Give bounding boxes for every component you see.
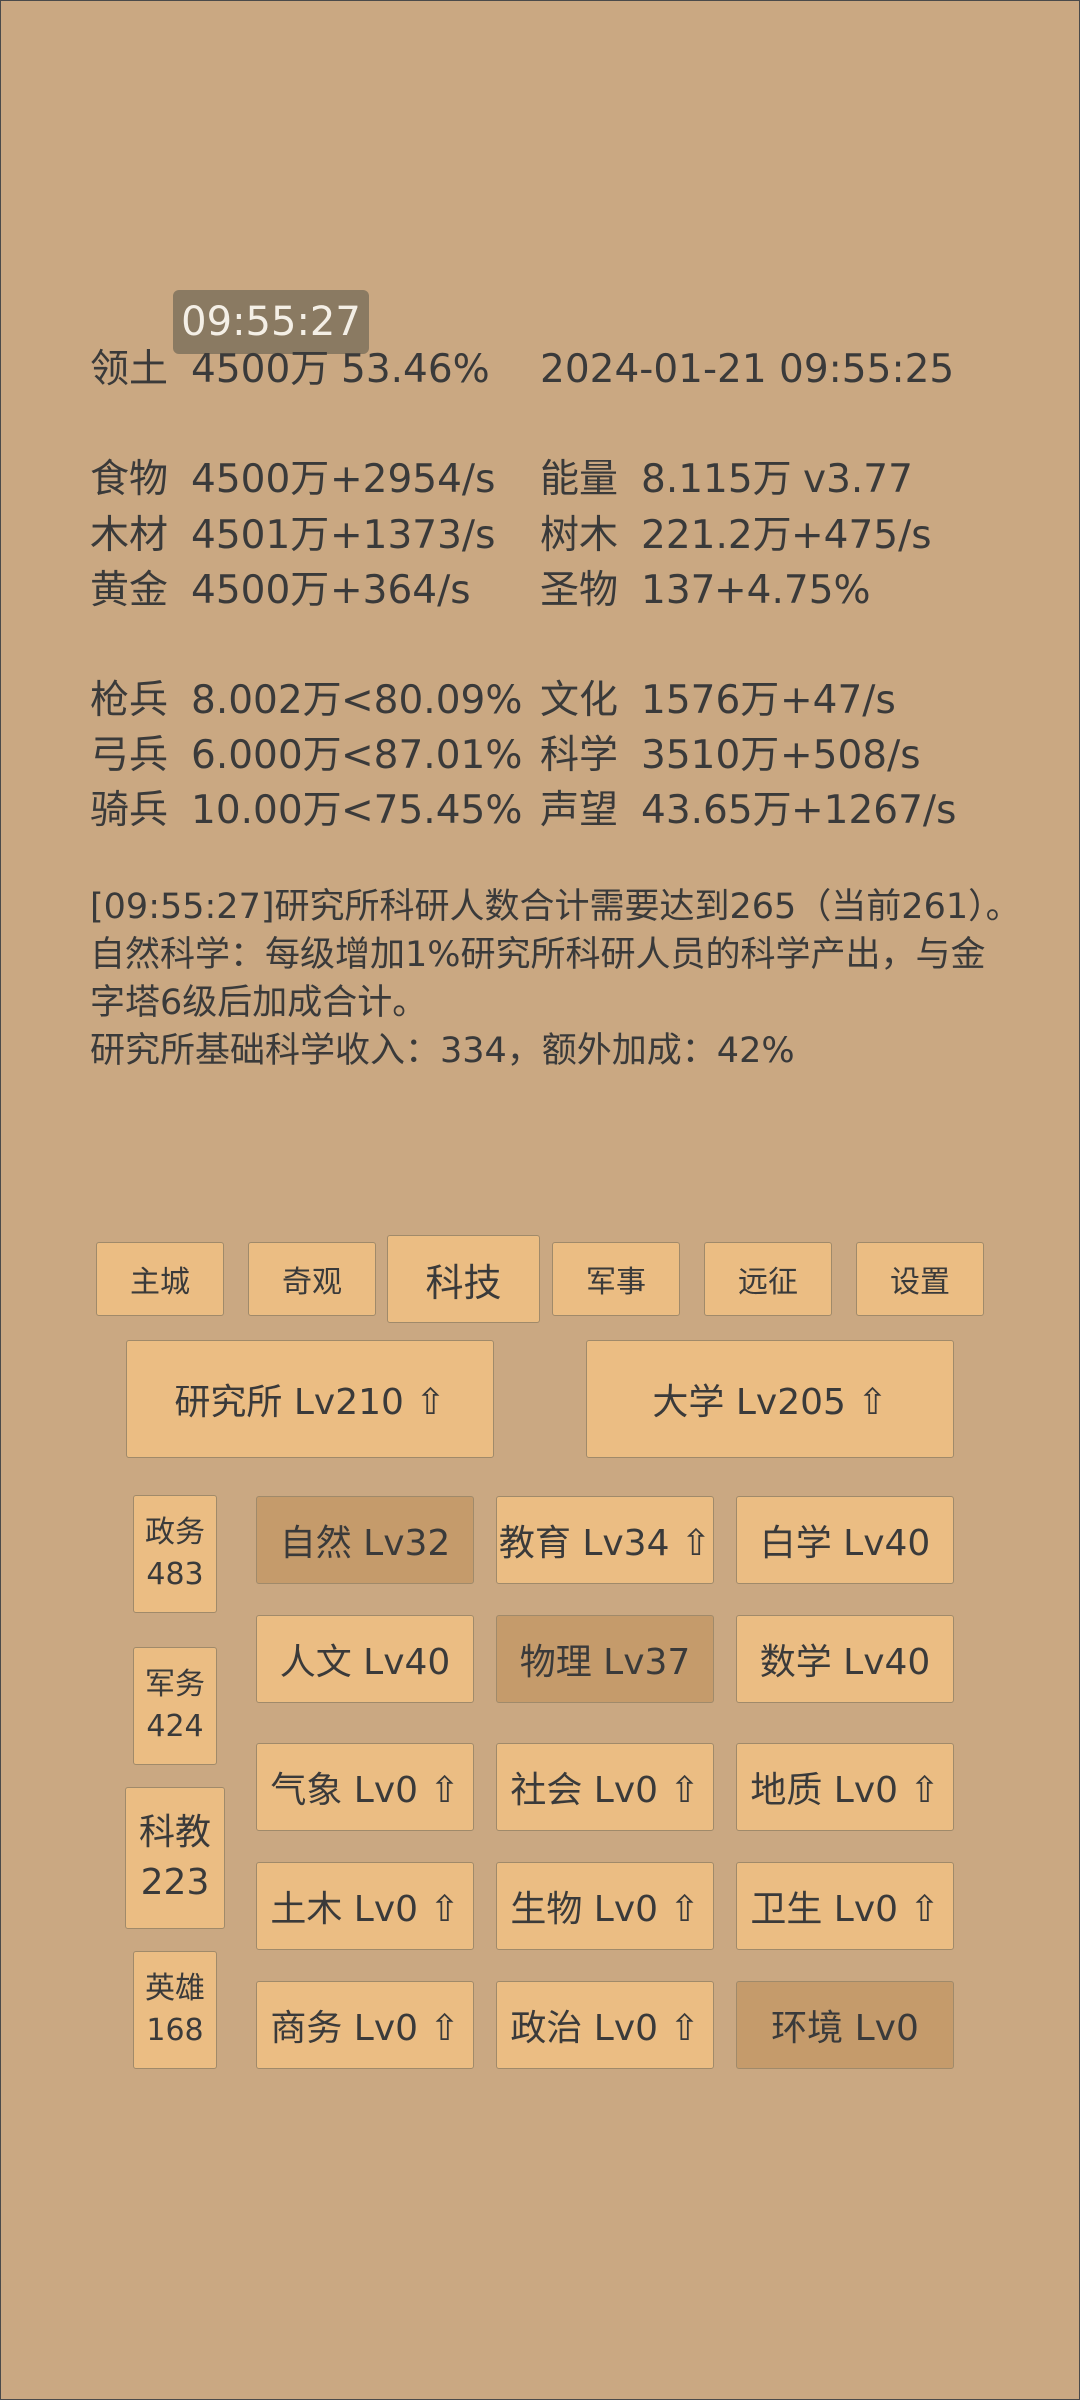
tech-politics[interactable]: 政治 Lv0 ⇧ <box>496 1981 714 2069</box>
tab-expedition[interactable]: 远征 <box>704 1242 832 1316</box>
stat-gold-rate: +364/s <box>330 568 471 613</box>
stat-gold-label: 黄金 <box>90 568 169 613</box>
tab-military[interactable]: 军事 <box>552 1242 680 1316</box>
stat-culture-rate: +47/s <box>780 678 896 723</box>
tech-hygiene[interactable]: 卫生 Lv0 ⇧ <box>736 1862 954 1950</box>
university-upgrade-button[interactable]: 大学 Lv205 ⇧ <box>586 1340 954 1458</box>
stat-wood-label: 木材 <box>90 513 169 558</box>
tech-geology[interactable]: 地质 Lv0 ⇧ <box>736 1743 954 1831</box>
side-science-education-button[interactable]: 科教 223 <box>125 1787 225 1929</box>
stat-spear-label: 枪兵 <box>90 678 169 723</box>
stat-archer-pct: <87.01% <box>341 733 523 778</box>
side-label: 政务 <box>145 1515 205 1550</box>
tech-environment[interactable]: 环境 Lv0 <box>736 1981 954 2069</box>
tech-civil-engineering[interactable]: 土木 Lv0 ⇧ <box>256 1862 474 1950</box>
stat-science-rate: +508/s <box>780 733 921 778</box>
tech-mathematics[interactable]: 数学 Lv40 <box>736 1615 954 1703</box>
institute-upgrade-button[interactable]: 研究所 Lv210 ⇧ <box>126 1340 494 1458</box>
tech-education[interactable]: 教育 Lv34 ⇧ <box>496 1496 714 1584</box>
tech-baixue[interactable]: 白学 Lv40 <box>736 1496 954 1584</box>
stat-science-label: 科学 <box>540 733 619 778</box>
tech-sociology[interactable]: 社会 Lv0 ⇧ <box>496 1743 714 1831</box>
tab-settings[interactable]: 设置 <box>856 1242 984 1316</box>
tab-wonders[interactable]: 奇观 <box>248 1242 376 1316</box>
side-count: 223 <box>140 1862 210 1903</box>
stat-archer-value: 6.000万 <box>191 733 342 778</box>
stat-datetime: 2024-01-21 09:55:25 <box>540 347 955 392</box>
side-count: 424 <box>146 1709 204 1744</box>
side-governance-button[interactable]: 政务 483 <box>133 1495 217 1613</box>
stat-energy-label: 能量 <box>540 457 619 502</box>
stat-spear-value: 8.002万 <box>191 678 342 723</box>
message-line: 字塔6级后加成合计。 <box>90 983 428 1023</box>
stat-culture-value: 1576万 <box>641 678 780 723</box>
tab-main-city[interactable]: 主城 <box>96 1242 224 1316</box>
stat-wood-value: 4501万 <box>191 513 330 558</box>
message-line: 自然科学：每级增加1%研究所科研人员的科学产出，与金 <box>90 935 986 975</box>
stat-relic-label: 圣物 <box>540 568 619 613</box>
stat-territory-label: 领土 <box>90 347 169 392</box>
stat-relic-value: 137 <box>641 568 716 613</box>
tech-meteorology[interactable]: 气象 Lv0 ⇧ <box>256 1743 474 1831</box>
message-line: [09:55:27]研究所科研人数合计需要达到265（当前261）。 <box>90 887 1021 927</box>
side-military-affairs-button[interactable]: 军务 424 <box>133 1647 217 1765</box>
message-line: 研究所基础科学收入：334，额外加成：42% <box>90 1031 795 1071</box>
stat-cavalry-label: 骑兵 <box>90 788 169 833</box>
tab-technology[interactable]: 科技 <box>387 1235 540 1323</box>
stat-trees-rate: +475/s <box>791 513 932 558</box>
stat-food-value: 4500万 <box>191 457 330 502</box>
side-count: 168 <box>146 2013 204 2048</box>
side-label: 军务 <box>145 1667 205 1702</box>
tech-commerce[interactable]: 商务 Lv0 ⇧ <box>256 1981 474 2069</box>
tech-biology[interactable]: 生物 Lv0 ⇧ <box>496 1862 714 1950</box>
stat-cavalry-value: 10.00万 <box>191 788 342 833</box>
stat-energy-value: 8.115万 <box>641 457 792 502</box>
stat-trees-label: 树木 <box>540 513 619 558</box>
tech-humanities[interactable]: 人文 Lv40 <box>256 1615 474 1703</box>
tech-physics[interactable]: 物理 Lv37 <box>496 1615 714 1703</box>
stat-food-label: 食物 <box>90 457 169 502</box>
side-label: 英雄 <box>145 1971 205 2006</box>
tech-nature[interactable]: 自然 Lv32 <box>256 1496 474 1584</box>
stat-relic-rate: +4.75% <box>714 568 871 613</box>
stat-gold-value: 4500万 <box>191 568 330 613</box>
stat-territory-value: 4500万 <box>191 347 330 392</box>
stat-territory-pct: 53.46% <box>341 347 490 392</box>
stat-spear-pct: <80.09% <box>341 678 523 723</box>
stat-prestige-value: 43.65万 <box>641 788 792 833</box>
stat-energy-extra: v3.77 <box>803 457 913 502</box>
side-heroes-button[interactable]: 英雄 168 <box>133 1951 217 2069</box>
stat-trees-value: 221.2万 <box>641 513 792 558</box>
stat-prestige-rate: +1267/s <box>791 788 957 833</box>
stat-archer-label: 弓兵 <box>90 733 169 778</box>
side-count: 483 <box>146 1557 204 1592</box>
stat-wood-rate: +1373/s <box>330 513 496 558</box>
stat-cavalry-pct: <75.45% <box>341 788 523 833</box>
stat-science-value: 3510万 <box>641 733 780 778</box>
stat-culture-label: 文化 <box>540 678 619 723</box>
side-label: 科教 <box>138 1812 211 1853</box>
stat-prestige-label: 声望 <box>540 788 619 833</box>
stat-food-rate: +2954/s <box>330 457 496 502</box>
message-log: [09:55:27]研究所科研人数合计需要达到265（当前261）。 自然科学：… <box>90 883 1021 1075</box>
